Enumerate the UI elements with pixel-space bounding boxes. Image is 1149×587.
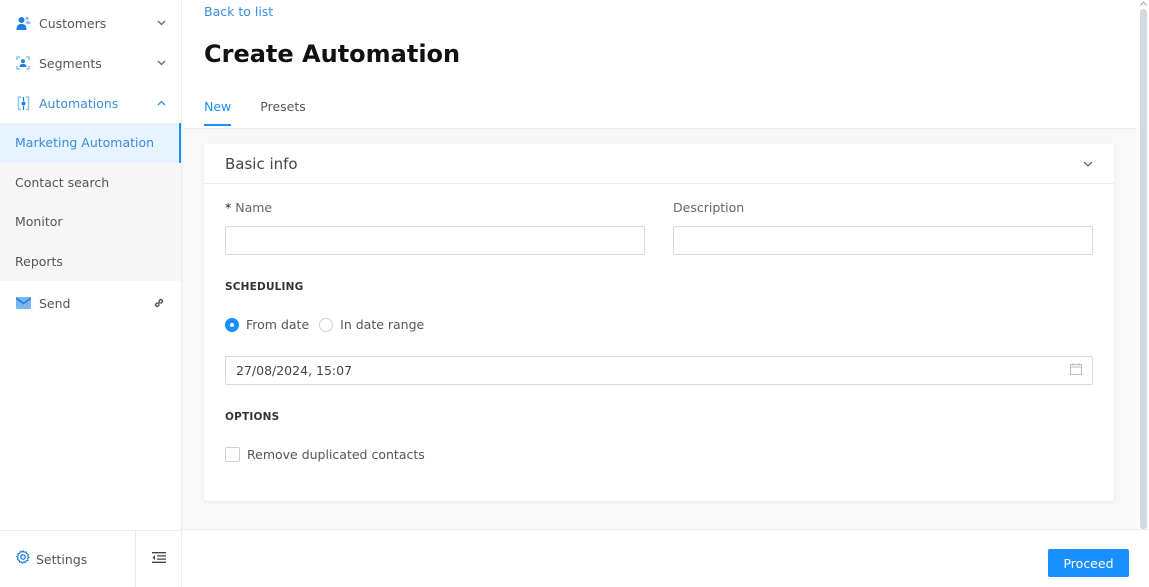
from-date-radio[interactable]: From date bbox=[225, 317, 309, 332]
scheduling-radio-group: From date In date range bbox=[225, 317, 434, 332]
gear-icon bbox=[15, 549, 30, 568]
sidebar-item-customers[interactable]: Customers bbox=[0, 3, 181, 43]
sidebar-item-automations[interactable]: Automations bbox=[0, 83, 181, 123]
tab-presets[interactable]: Presets bbox=[260, 99, 306, 125]
sidebar-item-label: Segments bbox=[39, 55, 102, 71]
chevron-down-icon bbox=[156, 18, 166, 28]
options-title: OPTIONS bbox=[225, 411, 280, 423]
name-label-text: Name bbox=[235, 200, 273, 215]
date-picker-input[interactable]: 27/08/2024, 15:07 bbox=[225, 356, 1093, 385]
settings-label: Settings bbox=[36, 551, 88, 567]
radio-label: In date range bbox=[340, 317, 425, 332]
chevron-down-icon bbox=[1083, 156, 1093, 171]
sidebar: Customers Segments Automations Marketing… bbox=[0, 0, 182, 587]
chevron-down-icon bbox=[156, 58, 166, 68]
description-label: Description bbox=[673, 200, 745, 215]
required-marker: * bbox=[225, 200, 232, 215]
sidebar-footer: Settings bbox=[0, 530, 181, 587]
tab-new[interactable]: New bbox=[204, 99, 232, 126]
sidebar-item-label: Customers bbox=[39, 15, 107, 31]
page-footer: Proceed bbox=[182, 529, 1149, 587]
in-date-range-radio[interactable]: In date range bbox=[319, 317, 424, 332]
sidebar-item-marketing-automation[interactable]: Marketing Automation bbox=[0, 123, 181, 163]
page-header: Back to list Create Automation New Prese… bbox=[182, 0, 1137, 129]
checkbox-label: Remove duplicated contacts bbox=[247, 447, 425, 462]
checkbox-box bbox=[225, 447, 240, 462]
card-title: Basic info bbox=[225, 154, 298, 173]
link-icon[interactable] bbox=[152, 298, 166, 308]
sidebar-item-monitor[interactable]: Monitor bbox=[0, 202, 181, 242]
sidebar-item-reports[interactable]: Reports bbox=[0, 242, 181, 282]
scheduling-title: SCHEDULING bbox=[225, 281, 304, 293]
settings-button[interactable]: Settings bbox=[0, 531, 136, 587]
basic-info-header[interactable]: Basic info bbox=[204, 144, 1114, 184]
back-to-list-link[interactable]: Back to list bbox=[204, 4, 273, 19]
sidebar-item-label: Automations bbox=[39, 95, 119, 111]
vertical-scrollbar[interactable] bbox=[1137, 0, 1149, 529]
date-value: 27/08/2024, 15:07 bbox=[236, 363, 353, 378]
remove-duplicates-checkbox[interactable]: Remove duplicated contacts bbox=[225, 447, 425, 462]
proceed-button[interactable]: Proceed bbox=[1048, 549, 1129, 577]
basic-info-card: Basic info * Name Description SCHEDULING … bbox=[204, 144, 1114, 501]
segment-icon bbox=[15, 55, 31, 71]
sidebar-item-label: Send bbox=[39, 295, 71, 311]
name-input[interactable] bbox=[225, 226, 645, 255]
main-content: Back to list Create Automation New Prese… bbox=[182, 0, 1137, 529]
scroll-up-icon[interactable] bbox=[1140, 0, 1147, 7]
name-label: * Name bbox=[225, 200, 272, 215]
sidebar-item-segments[interactable]: Segments bbox=[0, 43, 181, 83]
calendar-icon bbox=[1070, 362, 1082, 379]
scrollbar-thumb[interactable] bbox=[1140, 9, 1147, 529]
page-title: Create Automation bbox=[204, 40, 461, 68]
radio-circle bbox=[225, 317, 239, 332]
sidebar-item-contact-search[interactable]: Contact search bbox=[0, 163, 181, 203]
mail-icon bbox=[15, 295, 31, 311]
tabs: New Presets bbox=[204, 99, 335, 126]
collapse-menu-button[interactable] bbox=[136, 531, 181, 587]
chevron-up-icon bbox=[156, 98, 166, 108]
user-icon bbox=[15, 15, 31, 31]
sidebar-item-send[interactable]: Send bbox=[0, 281, 181, 325]
automation-icon bbox=[15, 95, 31, 111]
automations-submenu: Marketing Automation Contact search Moni… bbox=[0, 123, 181, 281]
radio-circle bbox=[319, 317, 334, 332]
collapse-menu-icon bbox=[151, 551, 166, 567]
radio-label: From date bbox=[246, 317, 310, 332]
description-input[interactable] bbox=[673, 226, 1093, 255]
